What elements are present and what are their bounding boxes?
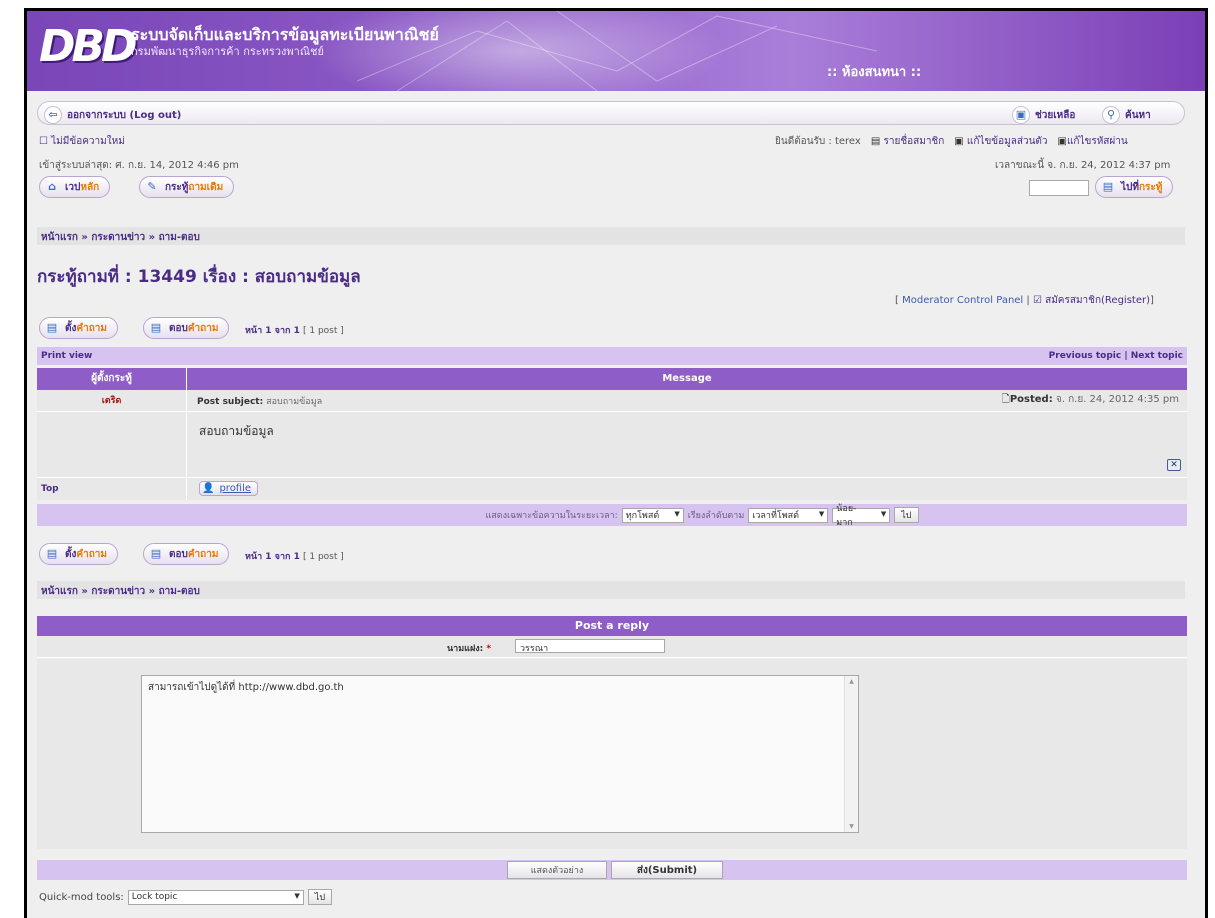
document-icon: ▤ <box>1102 180 1114 193</box>
post-reply-button-bottom[interactable]: ▤ ตอบคำถาม <box>143 543 230 565</box>
post-subject: Post subject: สอบถามข้อมูล <box>197 396 323 407</box>
edit-profile-link[interactable]: ▣ แก้ไขข้อมูลส่วนตัว <box>954 134 1047 149</box>
name-label: นามแฝง: * <box>447 644 492 654</box>
post-date: 🗋Posted: จ. ก.ย. 24, 2012 4:35 pm <box>1001 394 1179 405</box>
print-view-link[interactable]: Print view <box>41 351 92 361</box>
reply-icon: ▤ <box>150 547 162 560</box>
checkbox-icon: ☑ <box>1032 295 1042 306</box>
page-frame: DBD ระบบจัดเก็บและบริการข้อมูลทะเบียนพาณ… <box>24 8 1208 918</box>
submit-button[interactable]: ส่ง(Submit) <box>611 861 723 879</box>
home-icon: ⌂ <box>48 180 56 193</box>
site-name: ระบบจัดเก็บและบริการข้อมูลทะเบียนพาณิชย์… <box>131 25 439 59</box>
top-link[interactable]: Top <box>37 478 187 500</box>
message-textarea[interactable]: สามารถเข้าไปดูได้ที่ http://www.dbd.go.t… <box>141 675 859 833</box>
reply-icon: ▤ <box>150 321 162 334</box>
filter-go-button[interactable]: ไป <box>894 507 919 523</box>
goto-topic-label: ไปที่กระทู้ <box>1121 181 1163 193</box>
preview-button[interactable]: แสดงตัวอย่าง <box>507 861 607 879</box>
no-new-messages-link[interactable]: ☐ ไม่มีข้อความใหม่ <box>39 134 125 149</box>
user-links: ยินดีต้อนรับ : terex ▤ รายชื่อสมาชิก ▣ แ… <box>775 134 1128 149</box>
new-topic-icon: ▤ <box>46 321 58 334</box>
post-table-header: ผู้ตั้งกระทู้ Message <box>37 368 1187 390</box>
change-password-link[interactable]: ▣แก้ไขรหัสผ่าน <box>1058 134 1128 149</box>
post-footer-row: Top 👤 profile <box>37 478 1187 500</box>
sort-by-select[interactable]: เวลาที่โพสต์ <box>748 507 829 523</box>
moderator-links: [ Moderator Control Panel | ☑ สมัครสมาชิ… <box>895 295 1154 306</box>
all-topics-label: กระทู้ถามเดิม <box>165 181 224 193</box>
site-name-line2: กรมพัฒนาธุรกิจการค้า กระทรวงพาณิชย์ <box>131 45 324 58</box>
filter-label: แสดงเฉพาะข้อความในระยะเวลา: <box>485 511 618 521</box>
all-topics-button[interactable]: ✎ กระทู้ถามเดิม <box>139 176 235 198</box>
last-visit: เข้าสู่ระบบล่าสุด: ศ. ก.ย. 14, 2012 4:46… <box>39 160 239 171</box>
quick-mod-tools: Quick-mod tools: Lock topic ไป <box>39 889 333 905</box>
new-topic-button[interactable]: ▤ ตั้งคำถาม <box>39 317 118 339</box>
logout-button[interactable]: ⇦ ออกจากระบบ (Log out) <box>42 104 187 126</box>
post-reply-button[interactable]: ▤ ตอบคำถาม <box>143 317 230 339</box>
breadcrumb-bottom[interactable]: หน้าแรก » กระดานข่าว » ถาม-ตอบ <box>37 581 1185 599</box>
post-meta-row: เตริด Post subject: สอบถามข้อมูล 🗋Posted… <box>37 390 1187 412</box>
logout-door-icon: ⇦ <box>44 106 62 124</box>
register-link[interactable]: สมัครสมาชิก(Register) <box>1045 295 1150 306</box>
topic-title: กระทู้ถามที่ : 13449 เรื่อง : สอบถามข้อม… <box>37 267 361 287</box>
pagination-info-bottom: หน้า 1 จาก 1 [ 1 post ] <box>245 552 344 562</box>
help-icon: ▣ <box>1012 106 1030 124</box>
post-reply-header: Post a reply <box>37 616 1187 636</box>
members-list-link[interactable]: ▤ รายชื่อสมาชิก <box>871 134 944 149</box>
new-topic-icon: ▤ <box>46 547 58 560</box>
profile-icon: ▣ <box>954 136 964 147</box>
name-input[interactable]: วรรณา <box>515 639 665 654</box>
user-icon: 👤 <box>202 483 215 494</box>
top-toolbar: ⇦ ออกจากระบบ (Log out) ▣ ช่วยเหลือ ⚲ ค้น… <box>37 101 1185 125</box>
period-select[interactable]: ทุกโพสต์ <box>621 507 684 523</box>
order-select[interactable]: น้อย-มาก <box>832 504 891 528</box>
post-author[interactable]: เตริด <box>37 390 187 411</box>
goto-topic-input[interactable] <box>1029 180 1089 196</box>
author-column-header: ผู้ตั้งกระทู้ <box>37 368 187 390</box>
goto-topic-button[interactable]: ▤ ไปที่กระทู้ <box>1095 176 1174 198</box>
banner-title: :: ห้องสนทนา :: <box>827 65 922 80</box>
name-row: นามแฝง: * วรรณา <box>37 636 1187 658</box>
list-icon: ▤ <box>870 136 881 147</box>
next-topic-link[interactable]: Next topic <box>1131 351 1183 361</box>
welcome-text: ยินดีต้อนรับ : terex <box>775 136 861 147</box>
post-body-row: สอบถามข้อมูล ✕ <box>37 412 1187 478</box>
password-icon: ▣ <box>1057 136 1067 147</box>
report-post-icon[interactable]: ✕ <box>1167 459 1181 471</box>
quick-mod-select[interactable]: Lock topic <box>127 889 304 905</box>
submit-row: แสดงตัวอย่าง ส่ง(Submit) <box>37 860 1187 880</box>
current-time: เวลาขณะนี้ จ. ก.ย. 24, 2012 4:37 pm <box>995 160 1171 171</box>
message-column-header: Message <box>662 373 712 384</box>
filter-row: แสดงเฉพาะข้อความในระยะเวลา: ทุกโพสต์ เรี… <box>37 504 1187 528</box>
help-label: ช่วยเหลือ <box>1035 109 1076 121</box>
message-row: สามารถเข้าไปดูได้ที่ http://www.dbd.go.t… <box>37 659 1187 849</box>
search-button[interactable]: ⚲ ค้นหา <box>1098 104 1161 126</box>
topic-nav-row: Print view Previous topic | Next topic <box>37 347 1187 365</box>
new-topic-button-bottom[interactable]: ▤ ตั้งคำถาม <box>39 543 118 565</box>
dbd-logo: DBD <box>39 21 138 72</box>
post-icon: 🗋 <box>1001 394 1010 405</box>
inbox-icon: ☐ <box>39 136 48 147</box>
breadcrumb-top[interactable]: หน้าแรก » กระดานข่าว » ถาม-ตอบ <box>37 227 1185 245</box>
quick-mod-label: Quick-mod tools: <box>39 891 124 903</box>
logout-label: ออกจากระบบ (Log out) <box>67 109 182 121</box>
home-label: เวปหลัก <box>65 181 100 193</box>
home-button[interactable]: ⌂ เวปหลัก <box>39 176 111 198</box>
search-icon: ⚲ <box>1102 106 1120 124</box>
quick-mod-go-button[interactable]: ไป <box>307 889 333 905</box>
sort-label: เรียงลำดับตาม <box>687 511 745 521</box>
site-name-line1: ระบบจัดเก็บและบริการข้อมูลทะเบียนพาณิชย์ <box>131 25 439 44</box>
site-banner: DBD ระบบจัดเก็บและบริการข้อมูลทะเบียนพาณ… <box>27 11 1205 91</box>
textarea-scrollbar[interactable]: ▲ ▼ <box>844 676 858 832</box>
edit-icon: ✎ <box>147 180 157 193</box>
previous-topic-link[interactable]: Previous topic <box>1049 351 1122 361</box>
search-label: ค้นหา <box>1125 109 1151 121</box>
profile-button[interactable]: 👤 profile <box>199 481 259 496</box>
moderator-control-panel-link[interactable]: Moderator Control Panel <box>902 295 1023 306</box>
post-body: สอบถามข้อมูล <box>199 424 274 438</box>
help-button[interactable]: ▣ ช่วยเหลือ <box>1008 104 1085 126</box>
post-table: Print view Previous topic | Next topic ผ… <box>37 347 1187 528</box>
pagination-info: หน้า 1 จาก 1 [ 1 post ] <box>245 326 344 336</box>
